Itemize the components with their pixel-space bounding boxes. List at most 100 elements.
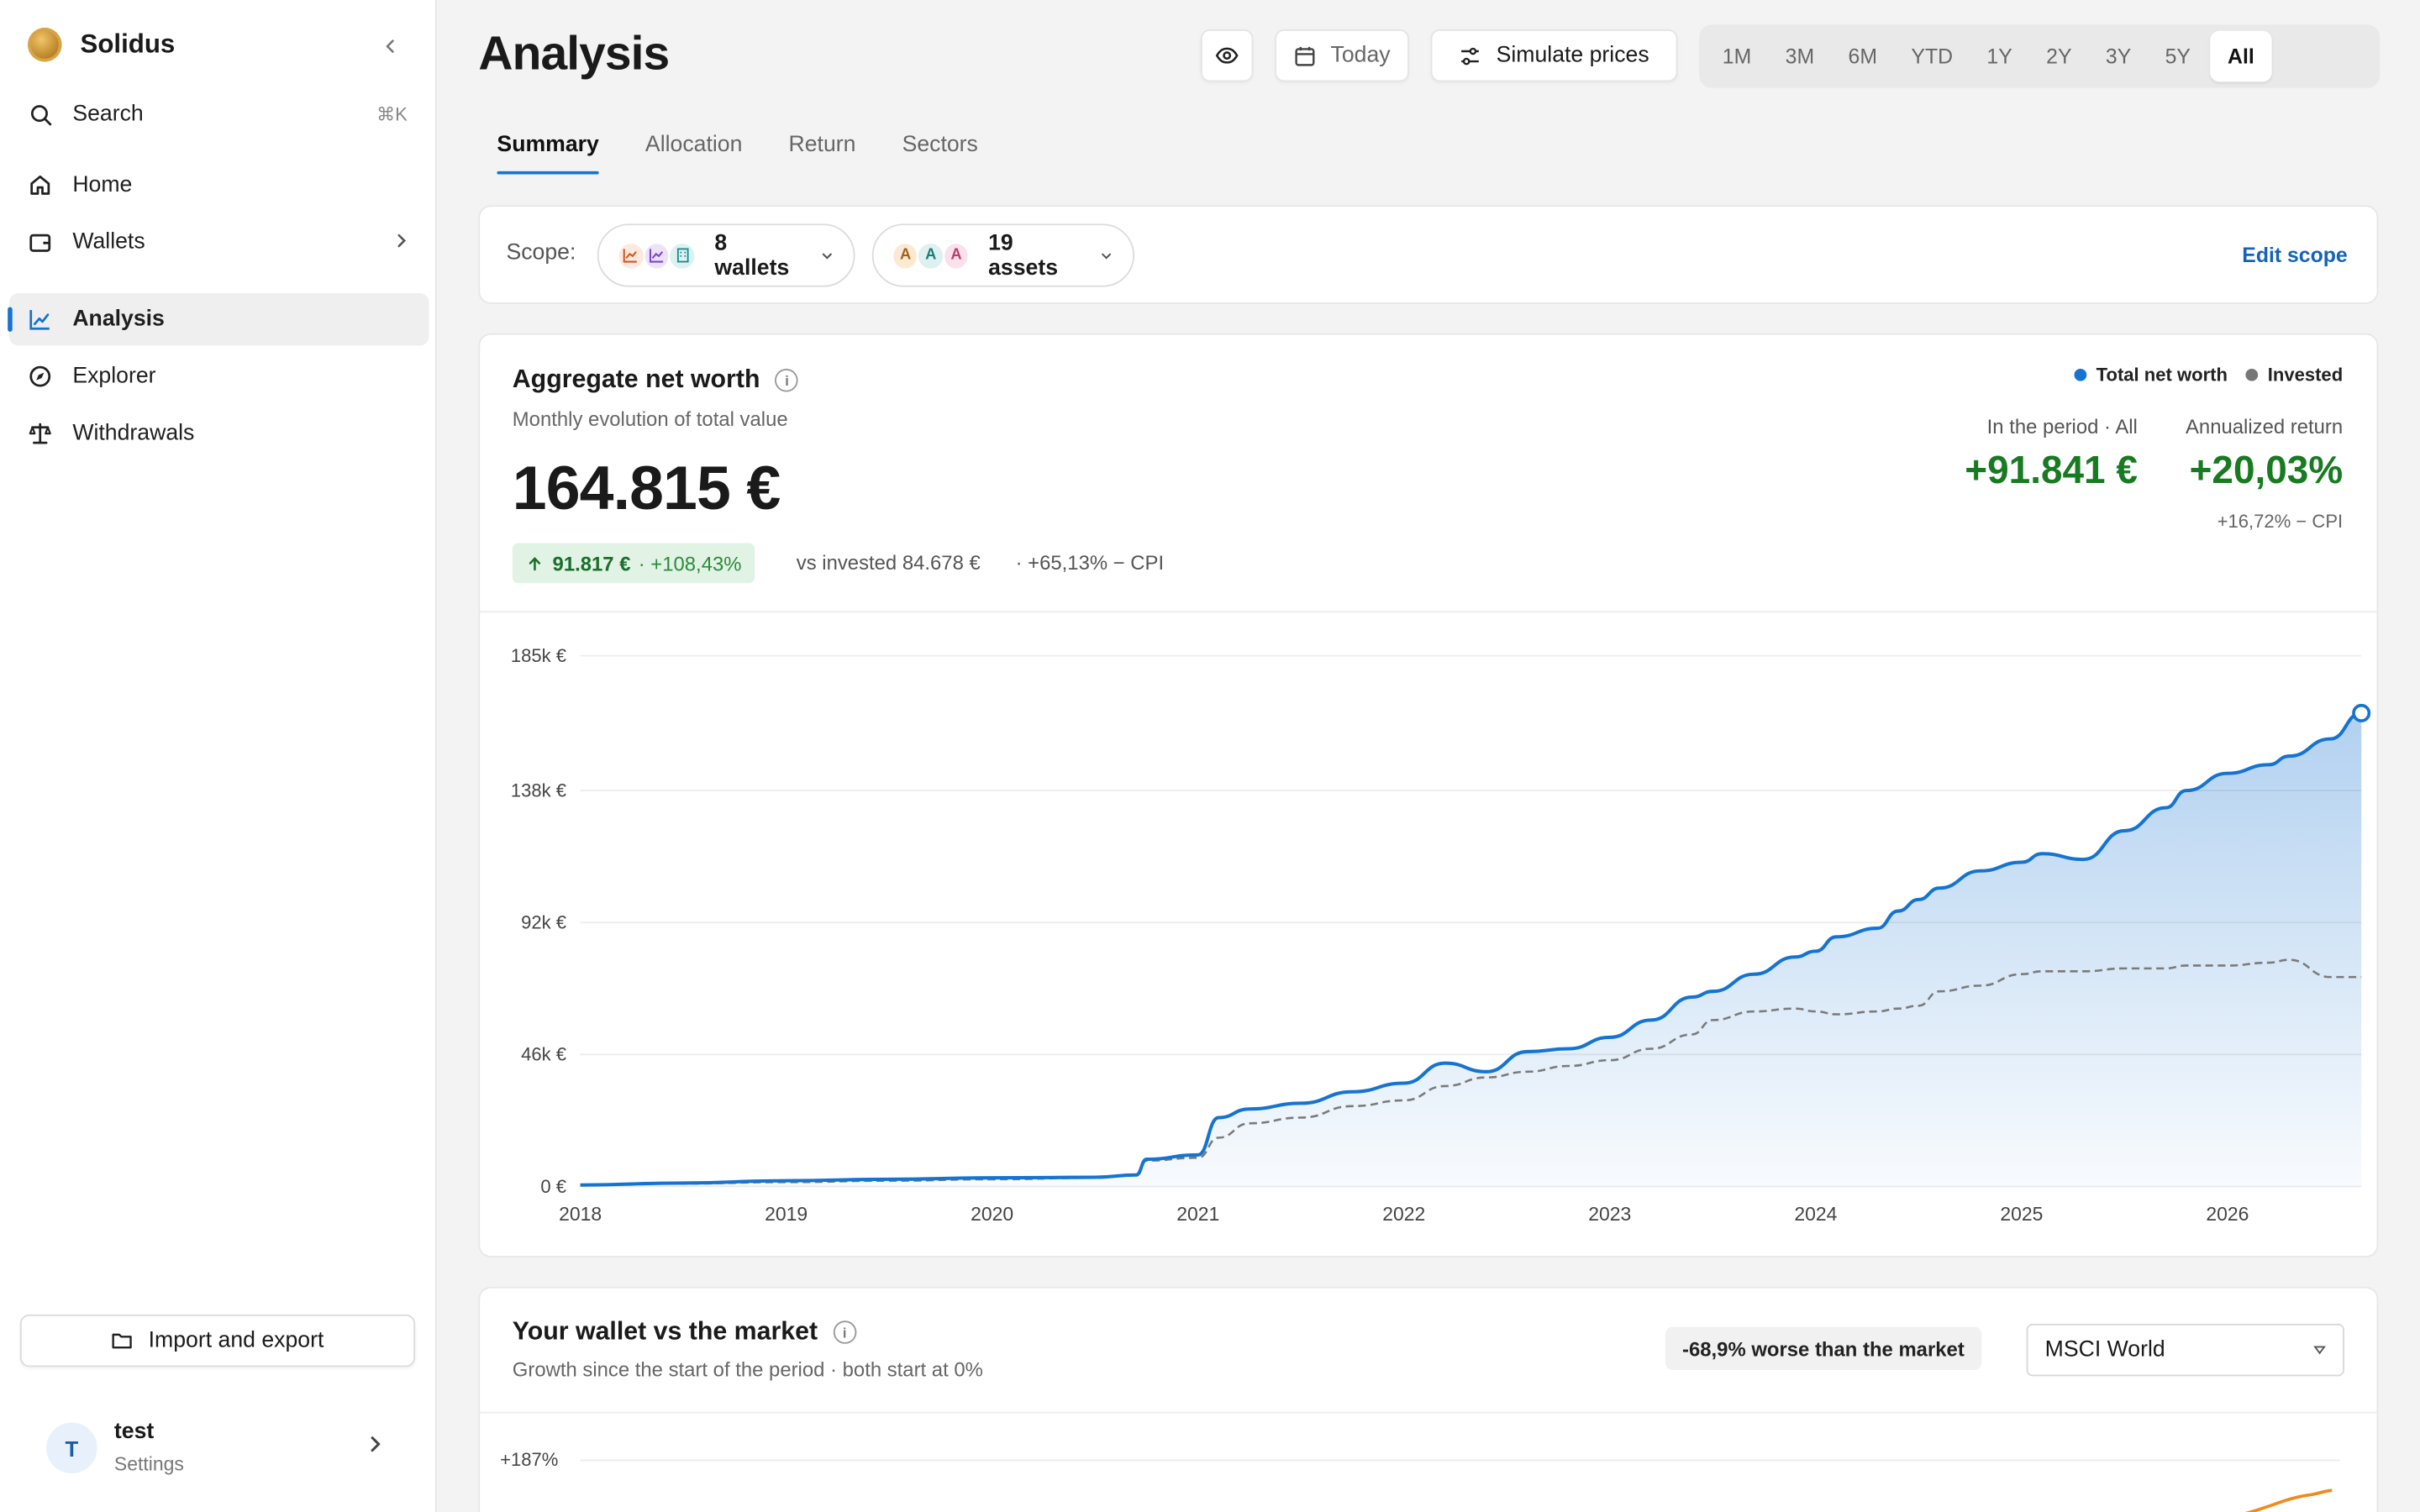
net-worth-title-text: Aggregate net worth xyxy=(512,365,760,394)
wallet-chart-icon xyxy=(617,241,645,270)
vs-invested-text: vs invested 84.678 € xyxy=(796,550,981,575)
market-title: Your wallet vs the market i xyxy=(513,1318,856,1347)
import-export-button[interactable]: Import and export xyxy=(19,1314,416,1368)
tab-return[interactable]: Return xyxy=(789,133,856,175)
asset-avatar: A xyxy=(917,241,944,270)
sidebar-item-label: Withdrawals xyxy=(72,421,195,446)
time-range-selector: 1M 3M 6M YTD 1Y 2Y 3Y 5Y All xyxy=(1699,24,2381,88)
range-3m[interactable]: 3M xyxy=(1768,31,1831,82)
user-name: test xyxy=(113,1419,155,1445)
date-picker-button[interactable]: Today xyxy=(1275,29,1409,82)
range-5y[interactable]: 5Y xyxy=(2148,31,2207,82)
date-picker-label: Today xyxy=(1330,43,1391,68)
x-tick-label: 2025 xyxy=(2000,1203,2043,1225)
chart-line-icon xyxy=(28,307,52,332)
legend-dot-icon xyxy=(2074,368,2087,381)
card-divider xyxy=(480,1411,2377,1414)
sidebar-item-withdrawals[interactable]: Withdrawals xyxy=(9,407,429,459)
legend-total-label: Total net worth xyxy=(2096,364,2228,386)
chevron-right-icon xyxy=(397,234,407,248)
net-worth-chart[interactable]: 185k € 138k € 92k € 46k € 0 € 2018 2019 2020 202… xyxy=(480,622,2376,1254)
legend-total[interactable]: Total net worth xyxy=(2074,364,2228,386)
range-1m[interactable]: 1M xyxy=(1706,31,1769,82)
sidebar-search-label: Search xyxy=(72,102,144,127)
user-settings-label: Settings xyxy=(113,1453,184,1475)
info-icon[interactable]: i xyxy=(833,1320,856,1344)
wallets-scope-pill[interactable]: 8 wallets xyxy=(597,223,855,287)
edit-scope-link[interactable]: Edit scope xyxy=(2242,244,2347,267)
chevron-down-icon xyxy=(1102,252,1112,259)
benchmark-select[interactable]: MSCI World xyxy=(2026,1323,2344,1377)
scope-card: Scope: 8 wallets A A A 19 assets Edit sc… xyxy=(478,205,2379,304)
scale-icon xyxy=(28,421,52,445)
annual-return-label: Annualized return xyxy=(2185,415,2344,438)
chevron-down-icon xyxy=(823,252,833,259)
tab-summary[interactable]: Summary xyxy=(497,133,599,175)
x-tick-label: 2023 xyxy=(1588,1203,1631,1225)
net-worth-card: Aggregate net worth i Monthly evolution … xyxy=(478,333,2379,1257)
market-series-line xyxy=(2244,1488,2333,1512)
sidebar: Solidus Search ⌘K Home Wallets Analysis … xyxy=(0,0,437,1512)
y-tick-label: 138k € xyxy=(511,780,566,801)
tab-sectors[interactable]: Sectors xyxy=(902,133,978,175)
market-card: Your wallet vs the market i Growth since… xyxy=(478,1286,2379,1512)
y-tick-label: 46k € xyxy=(521,1044,566,1065)
annual-return-cpi: +16,72% − CPI xyxy=(2217,510,2344,533)
sidebar-item-analysis[interactable]: Analysis xyxy=(8,292,429,346)
tab-allocation[interactable]: Allocation xyxy=(645,133,742,175)
sidebar-item-explorer[interactable]: Explorer xyxy=(9,350,429,402)
gain-badge: 91.817 € · +108,43% xyxy=(512,543,756,584)
asset-avatar: A xyxy=(892,241,919,270)
x-tick-label: 2026 xyxy=(2206,1203,2249,1225)
range-1y[interactable]: 1Y xyxy=(1970,31,2029,82)
range-2y[interactable]: 2Y xyxy=(2029,31,2089,82)
avatar: T xyxy=(46,1422,97,1474)
y-tick-label: 185k € xyxy=(511,645,566,666)
collapse-sidebar-button[interactable] xyxy=(375,31,406,62)
assets-scope-label: 19 assets xyxy=(988,230,1059,281)
legend-dot-icon xyxy=(2246,368,2259,381)
last-point-marker[interactable] xyxy=(2352,703,2371,722)
sidebar-item-wallets[interactable]: Wallets xyxy=(9,216,429,268)
y-tick-label: 92k € xyxy=(521,912,566,933)
market-gridline xyxy=(580,1459,2340,1462)
wallets-scope-label: 8 wallets xyxy=(714,230,790,281)
net-worth-value: 164.815 € xyxy=(512,454,781,523)
net-worth-subtitle: Monthly evolution of total value xyxy=(512,407,788,431)
x-tick-label: 2024 xyxy=(1794,1203,1837,1225)
analysis-tabs: Summary Allocation Return Sectors xyxy=(497,133,978,175)
search-shortcut: ⌘K xyxy=(376,103,408,125)
compass-icon xyxy=(28,364,52,388)
sidebar-item-label: Explorer xyxy=(72,364,156,389)
chart-legend: Total net worth Invested xyxy=(2074,364,2343,386)
simulate-prices-button[interactable]: Simulate prices xyxy=(1430,29,1678,82)
page-title: Analysis xyxy=(478,26,670,81)
arrow-up-icon xyxy=(529,556,541,570)
legend-invested[interactable]: Invested xyxy=(2246,364,2343,386)
calendar-icon xyxy=(1293,44,1317,67)
app-name: Solidus xyxy=(80,29,176,59)
range-3y[interactable]: 3Y xyxy=(2089,31,2149,82)
market-subtitle: Growth since the start of the period · b… xyxy=(512,1357,983,1381)
toggle-visibility-button[interactable] xyxy=(1200,29,1254,82)
assets-scope-pill[interactable]: A A A 19 assets xyxy=(871,223,1134,287)
market-y-tick: +187% xyxy=(500,1448,559,1471)
brand[interactable]: Solidus xyxy=(28,26,175,63)
caret-down-icon xyxy=(2313,1346,2326,1355)
sidebar-search[interactable]: Search ⌘K xyxy=(9,88,429,140)
legend-invested-label: Invested xyxy=(2267,364,2344,386)
solidus-logo-icon xyxy=(28,28,62,62)
range-all[interactable]: All xyxy=(2210,30,2271,82)
x-tick-label: 2019 xyxy=(765,1203,808,1225)
range-ytd[interactable]: YTD xyxy=(1894,31,1970,82)
import-export-label: Import and export xyxy=(148,1328,324,1353)
sidebar-item-label: Wallets xyxy=(72,229,145,255)
eye-icon xyxy=(1215,47,1239,64)
asset-avatar: A xyxy=(943,241,971,270)
sidebar-item-home[interactable]: Home xyxy=(9,159,429,211)
net-worth-area xyxy=(580,712,2362,1187)
user-settings-row[interactable]: T test Settings xyxy=(20,1396,415,1495)
info-icon[interactable]: i xyxy=(775,368,799,392)
x-tick-label: 2022 xyxy=(1382,1203,1425,1225)
range-6m[interactable]: 6M xyxy=(1831,31,1894,82)
